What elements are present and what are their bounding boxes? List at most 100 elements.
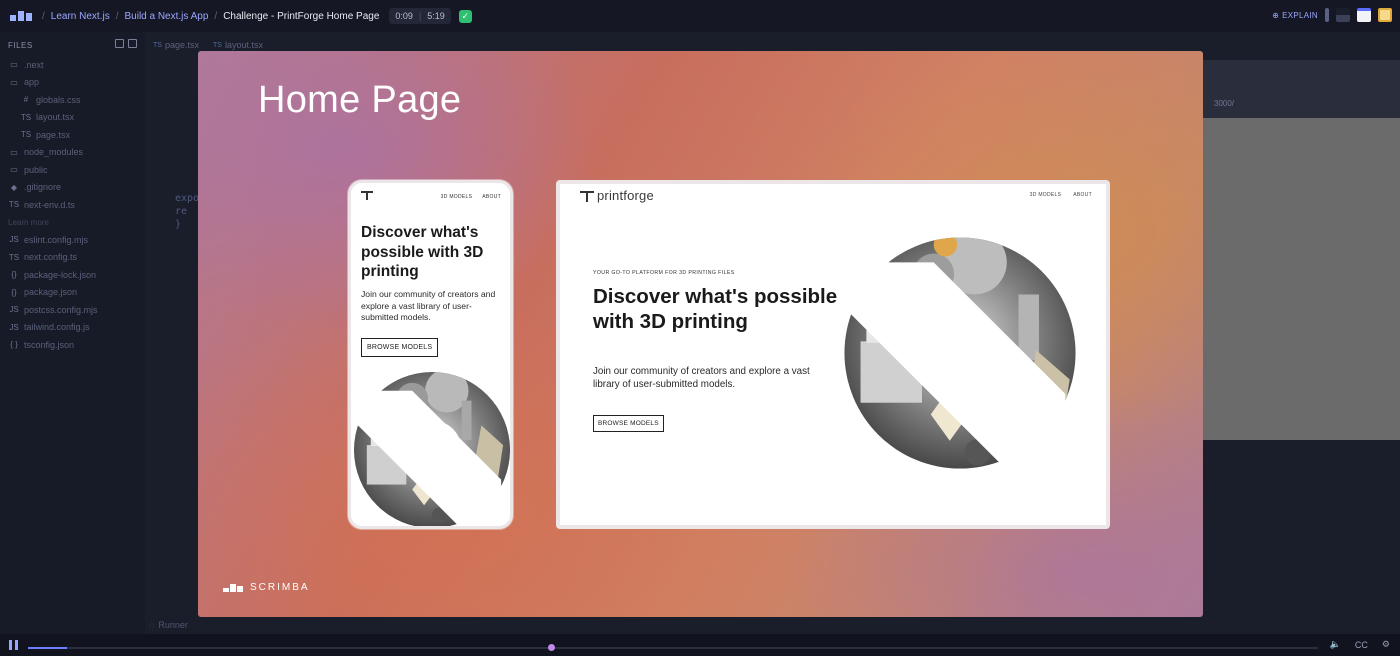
breadcrumb: / Learn Next.js / Build a Next.js App / … bbox=[42, 11, 379, 22]
code-line: expo bbox=[175, 193, 200, 204]
tab-label: layout.tsx bbox=[224, 40, 263, 50]
preview-url-bar[interactable]: 3000/ bbox=[1202, 90, 1392, 116]
file-name: layout.tsx bbox=[36, 112, 75, 123]
nav-link-3d-models: 3D MODELS bbox=[1029, 192, 1062, 198]
pause-icon[interactable] bbox=[9, 640, 18, 650]
tab-layout-tsx[interactable]: TS layout.tsx bbox=[213, 40, 263, 50]
progress-marker[interactable] bbox=[548, 644, 555, 651]
ts-icon: TS bbox=[20, 130, 32, 140]
scrimba-logo-icon[interactable] bbox=[10, 11, 32, 21]
code-area[interactable]: expo re } bbox=[175, 192, 199, 231]
git-icon: ◆ bbox=[10, 182, 18, 192]
file-name: next.config.ts bbox=[24, 252, 78, 263]
json-icon: {} bbox=[11, 287, 17, 297]
file-tree-item[interactable]: ▭ app bbox=[0, 74, 145, 92]
js-icon: JS bbox=[9, 305, 19, 315]
editor-tabs: TS page.tsx TS layout.tsx bbox=[153, 40, 263, 50]
explain-label: EXPLAIN bbox=[1282, 10, 1318, 20]
ts-icon: TS bbox=[8, 200, 20, 210]
file-tree-item[interactable]: {} package-lock.json bbox=[0, 266, 145, 284]
file-tree-item[interactable]: JS tailwind.config.js bbox=[0, 319, 145, 337]
completed-check-icon[interactable]: ✓ bbox=[458, 9, 472, 23]
printforge-wordmark: printforge bbox=[597, 188, 654, 203]
captions-button[interactable]: CC bbox=[1355, 640, 1368, 650]
file-tree-item[interactable]: {} package.json bbox=[0, 284, 145, 302]
file-tree-item[interactable]: { } tsconfig.json bbox=[0, 336, 145, 354]
file-name: .gitignore bbox=[24, 182, 62, 193]
mobile-nav: 3D MODELS ABOUT bbox=[361, 191, 501, 202]
new-folder-icon[interactable] bbox=[128, 39, 137, 48]
tab-page-tsx[interactable]: TS page.tsx bbox=[153, 40, 199, 50]
file-tree-item[interactable]: TS next-env.d.ts bbox=[0, 196, 145, 214]
code-line: } bbox=[175, 219, 182, 230]
printforge-logo-icon bbox=[580, 189, 594, 203]
breadcrumb-separator: / bbox=[214, 10, 218, 22]
ts-icon: TS bbox=[8, 252, 20, 262]
runner-label: Runner bbox=[158, 620, 188, 630]
file-name: next-env.d.ts bbox=[24, 199, 75, 210]
file-tree-item[interactable]: ▭ public bbox=[0, 161, 145, 179]
file-name: public bbox=[24, 164, 48, 175]
file-tree-item[interactable]: ▭ node_modules bbox=[0, 144, 145, 162]
hero-3d-print-image bbox=[353, 371, 510, 526]
runner-tab[interactable]: ◌ Runner bbox=[149, 620, 188, 630]
code-line: re bbox=[175, 206, 188, 217]
file-tree: ▭ .next ▭ app # globals.css TS layout.tsx TS… bbox=[0, 56, 145, 354]
scrimba-mark-icon bbox=[223, 583, 243, 592]
file-tree-item[interactable]: JS postcss.config.mjs bbox=[0, 301, 145, 319]
mobile-browse-models-button: BROWSE MODELS bbox=[361, 338, 439, 357]
sidebar-section-label: Learn more bbox=[0, 214, 145, 232]
json-icon: {} bbox=[11, 270, 17, 280]
new-file-icon[interactable] bbox=[115, 39, 124, 48]
breadcrumb-build-app[interactable]: Build a Next.js App bbox=[124, 11, 208, 22]
js-icon: JS bbox=[9, 235, 19, 245]
braces-icon: { } bbox=[10, 340, 18, 350]
breadcrumb-separator: / bbox=[115, 10, 119, 22]
hash-icon: # bbox=[23, 95, 29, 105]
hero-3d-print-image bbox=[843, 237, 1076, 470]
app-root: / Learn Next.js / Build a Next.js App / … bbox=[0, 0, 1400, 656]
file-name: globals.css bbox=[36, 94, 81, 105]
layout-full-icon[interactable] bbox=[1378, 8, 1392, 22]
file-actions bbox=[115, 39, 137, 48]
desktop-headline: Discover what's possible with 3D printin… bbox=[593, 285, 838, 333]
player-controls: 🔈 CC ⚙ bbox=[0, 634, 1400, 656]
progress-track[interactable] bbox=[28, 647, 1318, 649]
file-tree-item[interactable]: # globals.css bbox=[0, 91, 145, 109]
desktop-eyebrow: YOUR GO-TO PLATFORM FOR 3D PRINTING FILE… bbox=[593, 270, 735, 276]
breadcrumb-current-lesson: Challenge - PrintForge Home Page bbox=[223, 10, 380, 22]
folder-icon: ▭ bbox=[10, 60, 18, 70]
breadcrumb-separator: / bbox=[42, 10, 45, 22]
explain-icon: ⊕ bbox=[1272, 10, 1280, 20]
desktop-browse-models-button: BROWSE MODELS bbox=[593, 415, 664, 432]
file-name: eslint.config.mjs bbox=[24, 234, 89, 245]
ts-icon: TS bbox=[153, 41, 162, 49]
nav-link-3d-models: 3D MODELS bbox=[440, 193, 473, 200]
printforge-logo-icon bbox=[361, 191, 373, 202]
volume-icon[interactable]: 🔈 bbox=[1330, 639, 1341, 650]
file-tree-item[interactable]: TS layout.tsx bbox=[0, 109, 145, 127]
scrimba-watermark: SCRIMBA bbox=[223, 582, 310, 593]
explain-button[interactable]: ⊕ EXPLAIN bbox=[1272, 11, 1318, 20]
layout-preview-icon[interactable] bbox=[1357, 8, 1371, 22]
file-tree-item[interactable]: TS next.config.ts bbox=[0, 249, 145, 267]
file-name: tsconfig.json bbox=[24, 339, 75, 350]
file-name: postcss.config.mjs bbox=[24, 304, 98, 315]
breadcrumb-learn-nextjs[interactable]: Learn Next.js bbox=[51, 11, 110, 22]
file-name: node_modules bbox=[24, 147, 84, 158]
file-tree-item[interactable]: JS eslint.config.mjs bbox=[0, 231, 145, 249]
section-label: Learn more bbox=[8, 217, 49, 227]
settings-gear-icon[interactable]: ⚙ bbox=[1382, 639, 1390, 650]
top-right-controls: ⊕ EXPLAIN bbox=[1272, 8, 1392, 22]
file-tree-item[interactable]: ▭ .next bbox=[0, 56, 145, 74]
player-right-controls: 🔈 CC ⚙ bbox=[1330, 639, 1390, 650]
layout-sidebar-icon[interactable] bbox=[1325, 8, 1329, 22]
top-bar: / Learn Next.js / Build a Next.js App / … bbox=[0, 0, 1400, 32]
layout-split-icon[interactable] bbox=[1336, 8, 1350, 22]
file-tree-item[interactable]: TS page.tsx bbox=[0, 126, 145, 144]
file-name: app bbox=[24, 77, 40, 88]
ts-icon: TS bbox=[212, 41, 222, 49]
desktop-body-text: Join our community of creators and explo… bbox=[593, 366, 810, 390]
file-tree-item[interactable]: ◆ .gitignore bbox=[0, 179, 145, 197]
slide-title: Home Page bbox=[258, 79, 462, 121]
